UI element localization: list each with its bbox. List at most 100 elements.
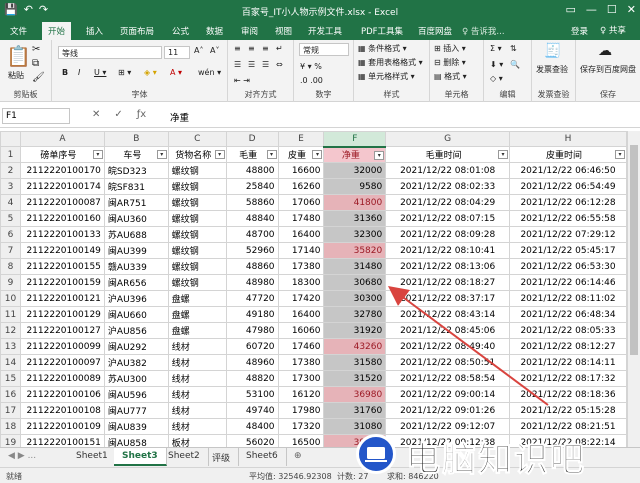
cell[interactable]: 2021/12/22 08:58:54 bbox=[385, 370, 511, 387]
row-header[interactable]: 15 bbox=[0, 370, 21, 387]
cell[interactable]: 2112220100133 bbox=[19, 226, 105, 243]
header-cell[interactable]: 净重 ▾ bbox=[323, 146, 387, 163]
cell[interactable]: 2021/12/22 06:53:30 bbox=[509, 258, 627, 275]
cell[interactable]: 2112220100127 bbox=[19, 322, 105, 339]
row-header[interactable]: 18 bbox=[0, 418, 21, 435]
cell[interactable]: 苏AU300 bbox=[103, 370, 169, 387]
row-header[interactable]: 8 bbox=[0, 258, 21, 275]
cell[interactable]: 2112220100160 bbox=[19, 210, 105, 227]
header-cell[interactable]: 毛重 ▾ bbox=[225, 146, 279, 163]
clear-icon[interactable]: ◇ ▾ bbox=[490, 74, 503, 83]
cell[interactable]: 2112220100089 bbox=[19, 370, 105, 387]
column-header[interactable]: D bbox=[225, 131, 279, 147]
cell[interactable]: 53100 bbox=[225, 386, 279, 403]
filter-dropdown-icon[interactable]: ▾ bbox=[374, 150, 385, 160]
cell[interactable]: 2021/12/22 08:10:41 bbox=[385, 242, 511, 259]
add-sheet-icon[interactable]: ⊕ bbox=[286, 448, 310, 466]
cell[interactable]: 螺纹钢 bbox=[167, 226, 227, 243]
tab-view[interactable]: 视图 bbox=[275, 25, 292, 37]
vertical-scrollbar[interactable] bbox=[627, 131, 640, 447]
row-header[interactable]: 10 bbox=[0, 290, 21, 307]
cell[interactable]: 41800 bbox=[323, 194, 387, 211]
filter-dropdown-icon[interactable]: ▾ bbox=[498, 150, 509, 159]
cell[interactable]: 线材 bbox=[167, 402, 227, 419]
cell[interactable]: 2021/12/22 08:43:14 bbox=[385, 306, 511, 323]
cell[interactable]: 盘螺 bbox=[167, 306, 227, 323]
cell[interactable]: 2021/12/22 06:46:50 bbox=[509, 162, 627, 179]
indent-icon[interactable]: ⇤ ⇥ bbox=[234, 76, 250, 85]
cell[interactable]: 31760 bbox=[323, 402, 387, 419]
cell[interactable]: 2021/12/22 08:05:33 bbox=[509, 322, 627, 339]
cell[interactable]: 2021/12/22 08:50:51 bbox=[385, 354, 511, 371]
enter-icon[interactable]: ✓ bbox=[114, 109, 122, 120]
cell[interactable]: 35820 bbox=[323, 242, 387, 259]
sheet-tab[interactable]: Sheet2 bbox=[160, 448, 209, 466]
align-bottom-icon[interactable]: ≡ bbox=[262, 44, 269, 53]
cell[interactable]: 48860 bbox=[225, 258, 279, 275]
cell[interactable]: 16120 bbox=[277, 386, 325, 403]
select-all-corner[interactable] bbox=[0, 131, 21, 147]
formula-input[interactable]: 净重 bbox=[170, 110, 189, 124]
cell[interactable]: 48400 bbox=[225, 418, 279, 435]
cell[interactable]: 闽AU660 bbox=[103, 306, 169, 323]
cell[interactable]: 49740 bbox=[225, 402, 279, 419]
cell[interactable]: 2021/12/22 08:07:15 bbox=[385, 210, 511, 227]
cell[interactable]: 赣AU339 bbox=[103, 258, 169, 275]
cell[interactable]: 闽AU839 bbox=[103, 418, 169, 435]
cell[interactable]: 49180 bbox=[225, 306, 279, 323]
cell[interactable]: 32300 bbox=[323, 226, 387, 243]
cell[interactable]: 螺纹钢 bbox=[167, 242, 227, 259]
cell[interactable]: 2021/12/22 06:12:28 bbox=[509, 194, 627, 211]
cell[interactable]: 2021/12/22 08:14:11 bbox=[509, 354, 627, 371]
cell[interactable]: 2021/12/22 06:14:46 bbox=[509, 274, 627, 291]
cell[interactable]: 2021/12/22 06:55:58 bbox=[509, 210, 627, 227]
align-left-icon[interactable]: ☰ bbox=[234, 60, 241, 69]
cell[interactable]: 17300 bbox=[277, 370, 325, 387]
cell[interactable]: 32780 bbox=[323, 306, 387, 323]
cell[interactable]: 皖SD323 bbox=[103, 162, 169, 179]
cell[interactable]: 9580 bbox=[323, 178, 387, 195]
cell[interactable]: 闽AU858 bbox=[103, 434, 169, 447]
cell[interactable]: 2021/12/22 05:15:28 bbox=[509, 402, 627, 419]
tab-pdf-tools[interactable]: PDF工具集 bbox=[361, 25, 403, 37]
cell[interactable]: 2021/12/22 08:11:02 bbox=[509, 290, 627, 307]
tab-home[interactable]: 开始 bbox=[42, 22, 72, 40]
row-header[interactable]: 2 bbox=[0, 162, 21, 179]
cell[interactable]: 螺纹钢 bbox=[167, 162, 227, 179]
cell[interactable]: 48820 bbox=[225, 370, 279, 387]
header-cell[interactable]: 皮重时间 ▾ bbox=[509, 146, 627, 163]
cell[interactable]: 闽AR751 bbox=[103, 194, 169, 211]
cell[interactable]: 2021/12/22 09:01:26 bbox=[385, 402, 511, 419]
cloud-save-icon[interactable]: ☁ bbox=[598, 43, 612, 59]
bold-icon[interactable]: B bbox=[62, 68, 68, 77]
cell[interactable]: 闽AU596 bbox=[103, 386, 169, 403]
row-header[interactable]: 17 bbox=[0, 402, 21, 419]
cell[interactable]: 52960 bbox=[225, 242, 279, 259]
header-cell[interactable]: 磅单序号 ▾ bbox=[19, 146, 105, 163]
cell[interactable]: 47720 bbox=[225, 290, 279, 307]
cell[interactable]: 皖SF831 bbox=[103, 178, 169, 195]
filter-dropdown-icon[interactable]: ▾ bbox=[92, 150, 103, 159]
format-cells-button[interactable]: ▤ 格式 ▾ bbox=[434, 71, 467, 82]
align-center-icon[interactable]: ☰ bbox=[248, 60, 255, 69]
tab-developer[interactable]: 开发工具 bbox=[308, 25, 342, 37]
cell[interactable]: 板材 bbox=[167, 434, 227, 447]
cell[interactable]: 32000 bbox=[323, 162, 387, 179]
paste-button[interactable]: 粘贴 bbox=[8, 70, 24, 81]
name-box[interactable]: F1 bbox=[2, 108, 70, 124]
row-header[interactable]: 9 bbox=[0, 274, 21, 291]
cell[interactable]: 2112220100159 bbox=[19, 274, 105, 291]
font-size-select[interactable]: 11 bbox=[164, 46, 190, 59]
cell[interactable]: 螺纹钢 bbox=[167, 258, 227, 275]
autosum-icon[interactable]: Σ ▾ bbox=[490, 44, 502, 53]
save-baidu-button[interactable]: 保存到百度网盘 bbox=[578, 64, 638, 75]
fill-icon[interactable]: ⬇ ▾ bbox=[490, 60, 503, 69]
cell[interactable]: 闽AU399 bbox=[103, 242, 169, 259]
cell[interactable]: 2112220100108 bbox=[19, 402, 105, 419]
maximize-icon[interactable]: ☐ bbox=[607, 3, 617, 16]
cell[interactable]: 闽AU360 bbox=[103, 210, 169, 227]
cell[interactable]: 17060 bbox=[277, 194, 325, 211]
cell[interactable]: 2021/12/22 08:17:32 bbox=[509, 370, 627, 387]
row-header[interactable]: 4 bbox=[0, 194, 21, 211]
italic-icon[interactable]: I bbox=[78, 68, 80, 77]
